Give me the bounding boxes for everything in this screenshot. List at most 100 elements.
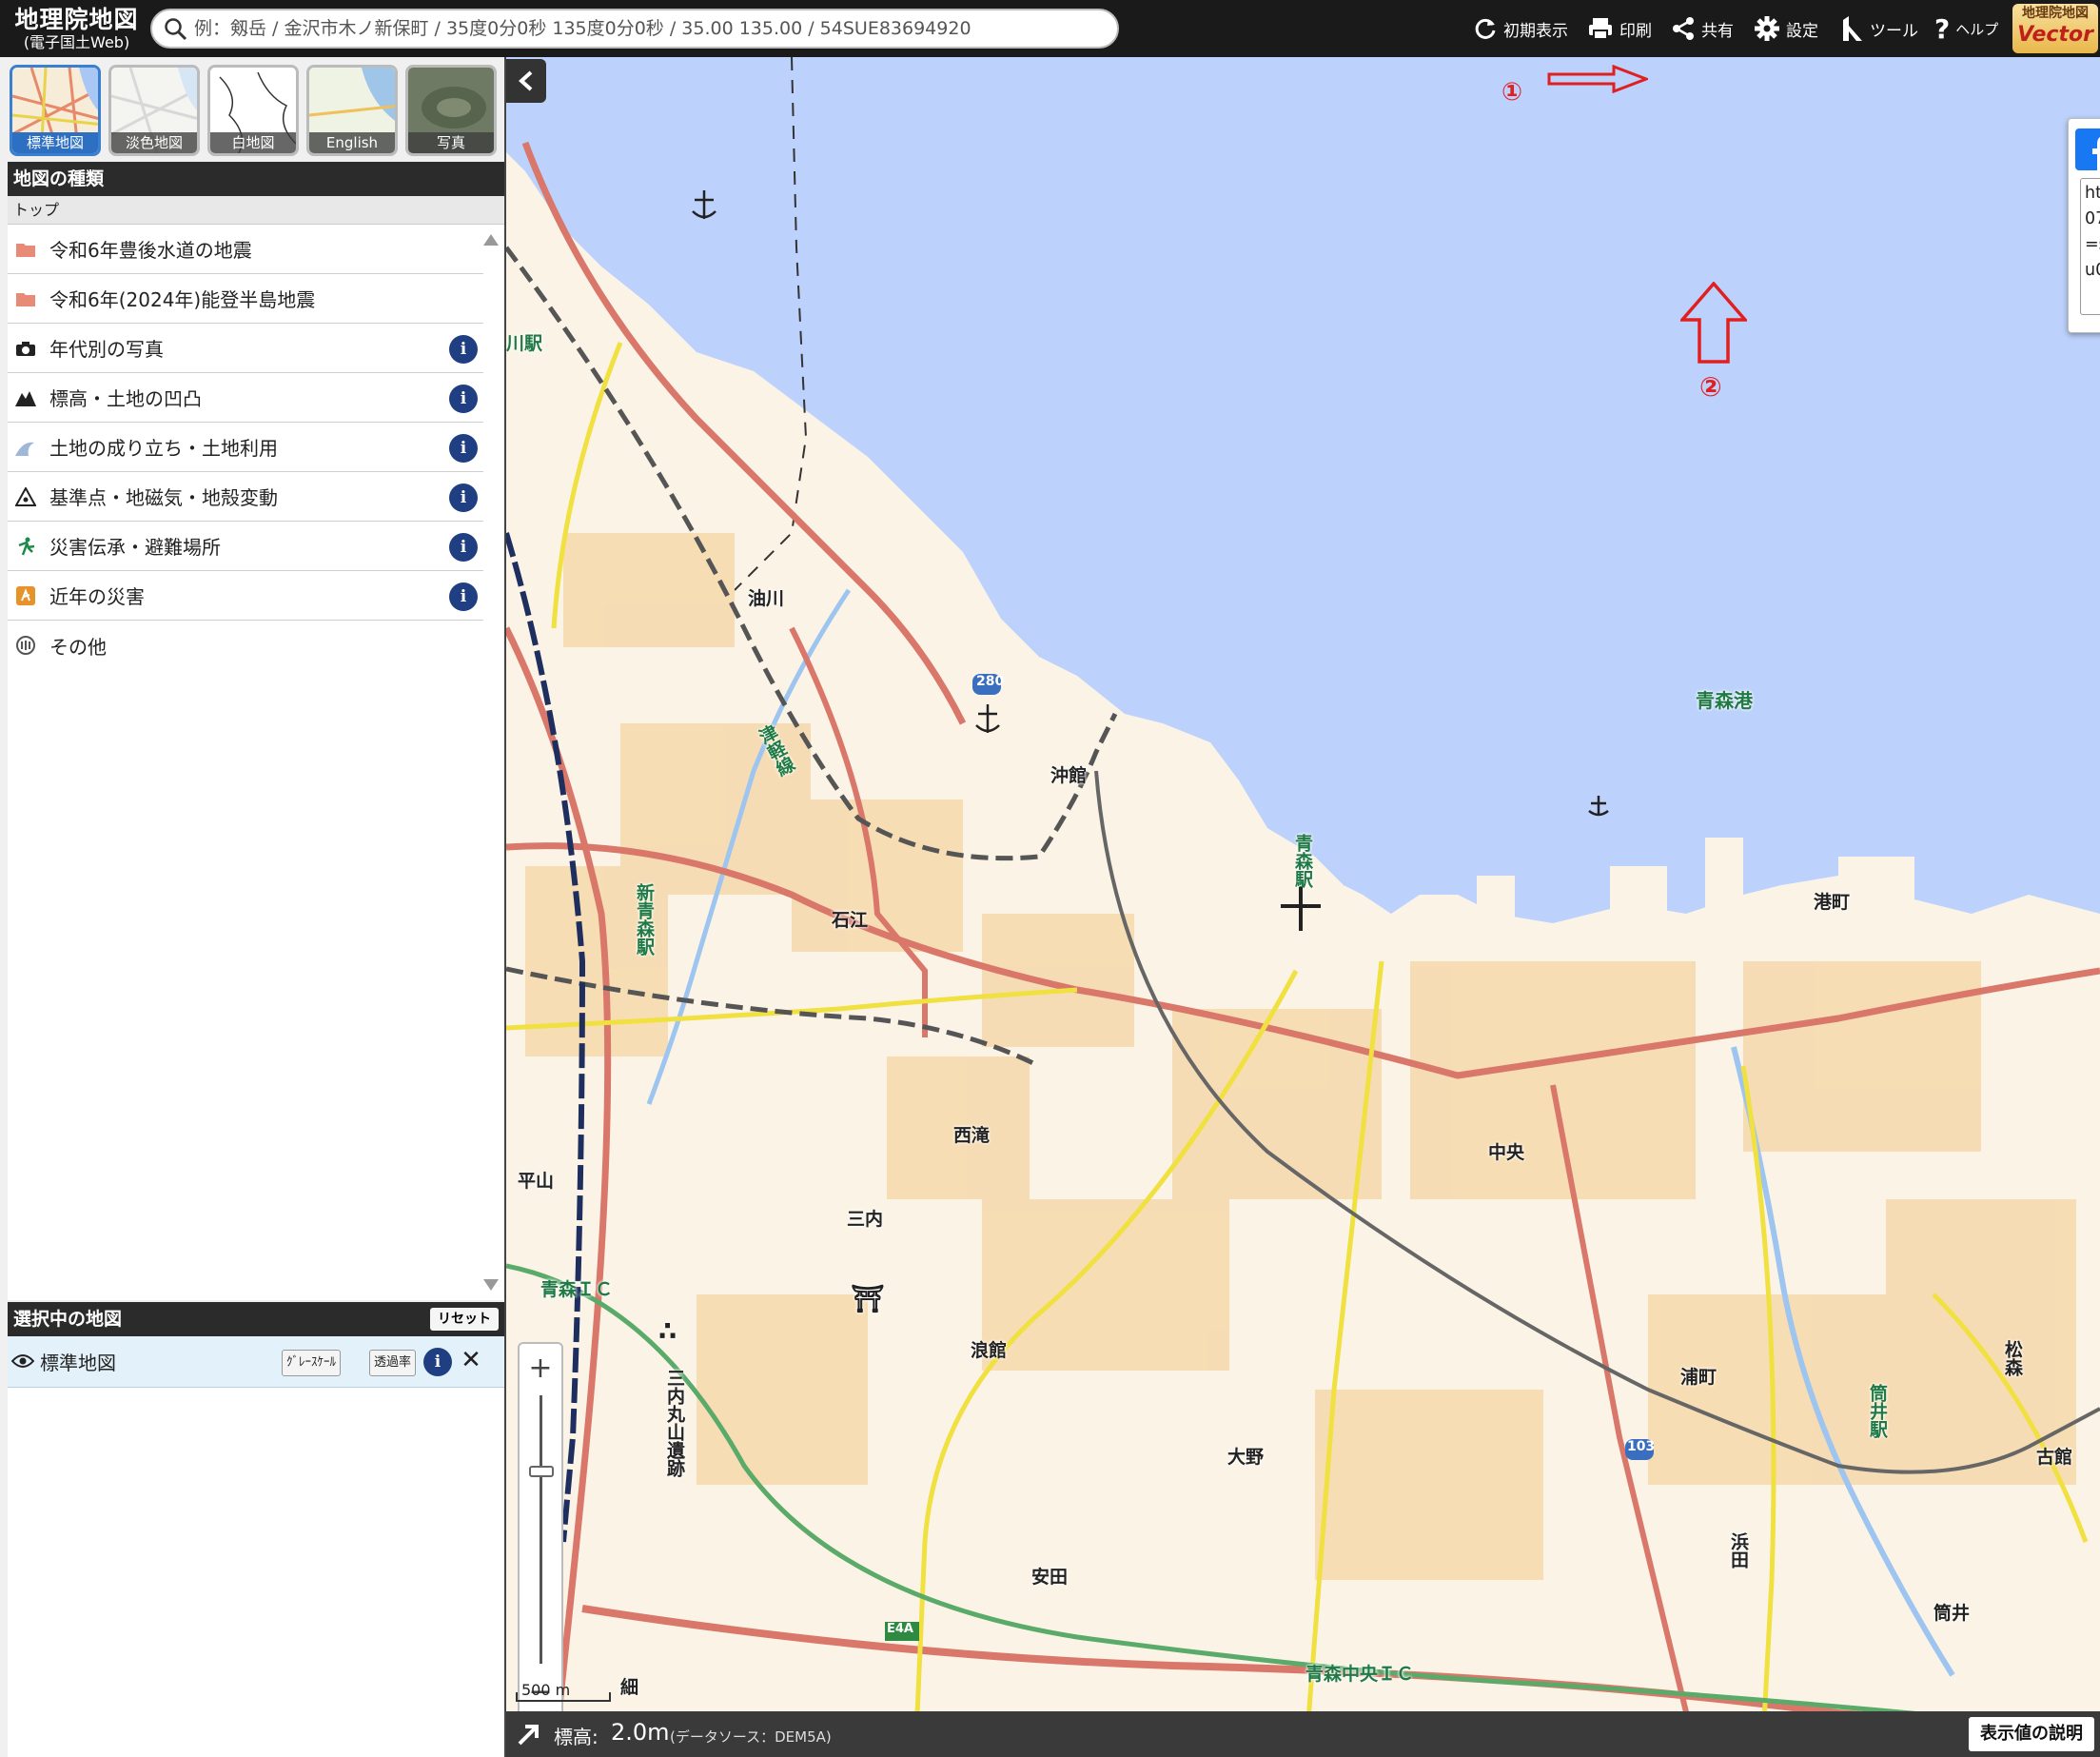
layer-item-evacuation[interactable]: 災害伝承・避難場所 i <box>8 522 483 571</box>
basemap-photo[interactable]: 写真 <box>405 65 497 156</box>
zoom-control: + − <box>518 1342 563 1719</box>
basemap-label: 淡色地図 <box>111 132 197 153</box>
zoom-slider-thumb[interactable] <box>529 1466 554 1477</box>
annotation-arrow-up <box>1680 282 1747 364</box>
layer-item-landform[interactable]: 土地の成り立ち・土地利用 i <box>8 423 483 472</box>
layer-item-historical-photos[interactable]: 年代別の写真 i <box>8 324 483 373</box>
elevation-bar: 標高: 2.0m (データソース：DEM5A) 表示値の説明 <box>506 1711 2100 1757</box>
archaeological-site-icon: ∴ <box>658 1315 677 1347</box>
map-label-town: 浪館 <box>971 1340 1008 1361</box>
map-label-town: 浦町 <box>1680 1367 1717 1388</box>
map-label-town: 筒井 <box>1933 1603 1971 1624</box>
folder-icon <box>13 288 38 309</box>
scroll-up-arrow[interactable] <box>483 234 499 246</box>
chevron-left-icon <box>519 70 533 91</box>
map-label-station: 川駅 <box>506 333 543 354</box>
map-label-town: 大野 <box>1227 1447 1265 1468</box>
scale-bar: 500 m <box>516 1681 611 1704</box>
tools-icon <box>1843 16 1862 41</box>
zoom-slider-track[interactable] <box>540 1395 542 1664</box>
map-label-station: 青森駅 <box>1292 834 1313 888</box>
info-icon[interactable]: i <box>449 533 478 562</box>
refresh-icon <box>1475 18 1496 39</box>
map-label-station: 新青森駅 <box>634 883 655 956</box>
printer-icon <box>1589 18 1612 40</box>
info-icon[interactable]: i <box>449 385 478 413</box>
share-icon <box>1673 17 1694 40</box>
info-icon[interactable]: i <box>449 582 478 611</box>
arrow-icon[interactable] <box>518 1723 542 1746</box>
map-types-list: トップ 令和6年豊後水道の地震 令和6年(2024年)能登半島地震 年代別の写真… <box>8 196 504 1300</box>
map-label-town: 安田 <box>1031 1567 1069 1588</box>
layer-item-bungo-earthquake[interactable]: 令和6年豊後水道の地震 <box>8 225 483 274</box>
info-icon[interactable]: i <box>449 434 478 463</box>
basemap-pale[interactable]: 淡色地図 <box>108 65 200 156</box>
map-label-port: 青森港 <box>1696 689 1753 712</box>
scroll-down-arrow[interactable] <box>483 1279 499 1291</box>
map-label-interchange: 青森中央ＩＣ <box>1305 1664 1415 1685</box>
settings-button[interactable]: 設定 <box>1754 8 1818 49</box>
zoom-in-button[interactable]: + <box>520 1348 561 1390</box>
map-label-interchange: 青森ＩＣ <box>540 1279 614 1300</box>
gear-icon <box>1755 16 1779 41</box>
print-button[interactable]: 印刷 <box>1587 8 1652 49</box>
eye-icon[interactable] <box>10 1351 35 1373</box>
scale-line <box>516 1692 611 1702</box>
share-popup: https://maps.gsi.go.jp/#14/40.830762/140… <box>2068 118 2100 333</box>
search-icon[interactable] <box>164 17 188 42</box>
search-box <box>150 9 1119 49</box>
basemap-blank[interactable]: 白地図 <box>207 65 299 156</box>
layer-item-label: 近年の災害 <box>49 585 145 608</box>
layer-item-control-points[interactable]: 基準点・地磁気・地殻変動 i <box>8 472 483 522</box>
layer-item-elevation[interactable]: 標高・土地の凹凸 i <box>8 373 483 423</box>
shrine-icon: ⛩ <box>851 1283 885 1314</box>
map-label-town: 港町 <box>1814 892 1851 913</box>
left-panel: 標準地図 淡色地図 白地図 English 写真 地図の種類 トップ 令和6年豊… <box>0 57 506 1757</box>
reset-button[interactable]: リセット <box>430 1308 499 1331</box>
help-button[interactable]: ? ヘルプ <box>1934 8 1998 49</box>
site-logo[interactable]: 地理院地図 (電子国土Web) <box>8 6 146 53</box>
share-button[interactable]: 共有 <box>1671 8 1734 49</box>
vector-map-link[interactable]: 地理院地図 Vector <box>2012 4 2098 53</box>
map-label-town: 中央 <box>1488 1142 1525 1163</box>
logo-subtitle: (電子国土Web) <box>23 33 130 51</box>
map-label-town: 平山 <box>518 1171 555 1192</box>
elevation-label: 標高: <box>554 1726 599 1748</box>
facebook-icon[interactable] <box>2074 127 2100 172</box>
map-label-town: 古館 <box>2036 1447 2073 1468</box>
selected-layer-row[interactable]: 標準地図 ｸﾞﾚｰｽｹｰﾙ 透過率 i ✕ <box>8 1336 504 1388</box>
breadcrumb[interactable]: トップ <box>8 196 504 225</box>
basemap-standard[interactable]: 標準地図 <box>10 65 101 156</box>
map-label-town: 西滝 <box>953 1125 991 1146</box>
share-url-field[interactable]: https://maps.gsi.go.jp/#14/40.830762/140… <box>2080 178 2100 315</box>
opacity-button[interactable]: 透過率 <box>369 1350 417 1376</box>
vector-logo-text: Vector <box>2017 23 2093 47</box>
collapse-panel-button[interactable] <box>506 59 546 103</box>
layer-item-label: 標高・土地の凹凸 <box>49 387 202 410</box>
layer-item-label: その他 <box>49 635 107 659</box>
info-icon[interactable]: i <box>449 484 478 512</box>
route-e4a-shield: E4A <box>887 1622 913 1636</box>
layer-item-recent-disasters[interactable]: 近年の災害 i <box>8 571 483 621</box>
map-label-town: 沖館 <box>1050 765 1088 786</box>
print-label: 印刷 <box>1619 21 1652 41</box>
close-icon[interactable]: ✕ <box>457 1346 485 1374</box>
search-input[interactable] <box>194 14 1108 43</box>
info-icon[interactable]: i <box>449 335 478 364</box>
header-bar: 地理院地図 (電子国土Web) 初期表示 印刷 共有 設定 ツール ? ヘルプ … <box>0 0 2100 57</box>
value-description-button[interactable]: 表示値の説明 <box>1969 1717 2094 1751</box>
layer-item-label: 令和6年豊後水道の地震 <box>49 239 252 262</box>
camera-icon <box>13 338 38 359</box>
tools-button[interactable]: ツール <box>1839 8 1918 49</box>
map-canvas[interactable]: 青森港 港町 油川 沖館 石江 西滝 三内 平山 浪館 中央 浦町 大野 安田 … <box>506 57 2100 1757</box>
basemap-english[interactable]: English <box>306 65 398 156</box>
layer-item-label: 令和6年(2024年)能登半島地震 <box>49 288 316 311</box>
share-label: 共有 <box>1701 21 1734 41</box>
layer-item-noto-earthquake[interactable]: 令和6年(2024年)能登半島地震 <box>8 274 483 324</box>
info-icon[interactable]: i <box>423 1348 452 1376</box>
initial-view-button[interactable]: 初期表示 <box>1473 8 1568 49</box>
logo-title: 地理院地図 <box>14 6 139 33</box>
layer-item-other[interactable]: その他 <box>8 621 483 670</box>
map-label-town: 浜田 <box>1728 1532 1749 1569</box>
grayscale-button[interactable]: ｸﾞﾚｰｽｹｰﾙ <box>282 1350 341 1376</box>
